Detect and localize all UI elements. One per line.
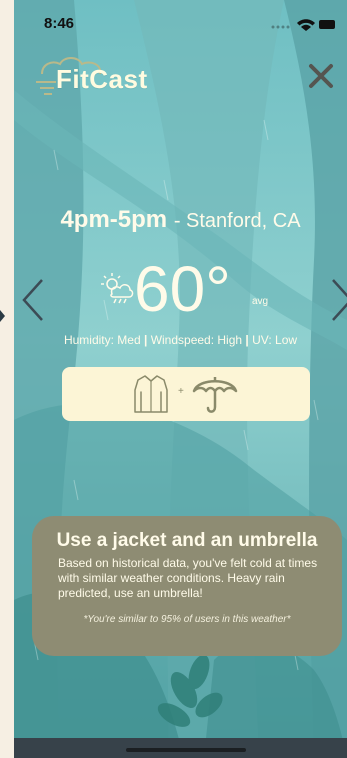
forecast-location: Stanford, CA (186, 210, 301, 232)
status-bar: 8:46 (14, 0, 347, 44)
jacket-icon (134, 375, 168, 413)
forecast-time-range: 4pm-5pm (60, 206, 168, 233)
outside-left-arrow-icon (0, 310, 5, 322)
wifi-icon (297, 19, 315, 31)
advice-title: Use a jacket and an umbrella (56, 530, 318, 551)
forecast-headline: 4pm-5pm - Stanford, CA (14, 206, 347, 234)
advice-card: Use a jacket and an umbrella Based on hi… (32, 516, 342, 656)
uv-text: UV: Low (252, 333, 298, 347)
outfit-card[interactable]: + (62, 367, 310, 421)
temperature-block: 60° avg (14, 252, 347, 327)
forecast-location-separator: - (173, 210, 187, 232)
windspeed-text: Windspeed: High (150, 333, 243, 347)
conditions-separator: | (245, 333, 249, 347)
advice-note: *You're similar to 95% of users in this … (83, 614, 291, 625)
close-icon[interactable] (307, 62, 335, 90)
temperature-value: 60° (134, 253, 231, 325)
outfit-plus: + (178, 386, 184, 397)
status-icons (271, 19, 335, 31)
cellular-icon (271, 25, 290, 29)
rain-sun-cloud-icon (101, 273, 134, 304)
app-logo-text: FitCast (56, 64, 148, 94)
battery-icon (319, 20, 335, 29)
advice-body: Based on historical data, you've felt co… (58, 556, 318, 600)
home-indicator[interactable] (126, 748, 246, 752)
home-bar (14, 738, 347, 758)
app-logo: FitCast (32, 54, 182, 104)
phone-screen: 8:46 FitCast 4pm-5pm - Stanford, CA 60° … (14, 0, 347, 758)
weather-conditions: Humidity: Med | Windspeed: High | UV: Lo… (14, 333, 347, 347)
humidity-text: Humidity: Med (63, 333, 141, 347)
temperature-qualifier: avg (252, 296, 269, 307)
conditions-separator: | (143, 333, 148, 347)
umbrella-icon (192, 377, 238, 413)
status-time: 8:46 (44, 15, 75, 32)
